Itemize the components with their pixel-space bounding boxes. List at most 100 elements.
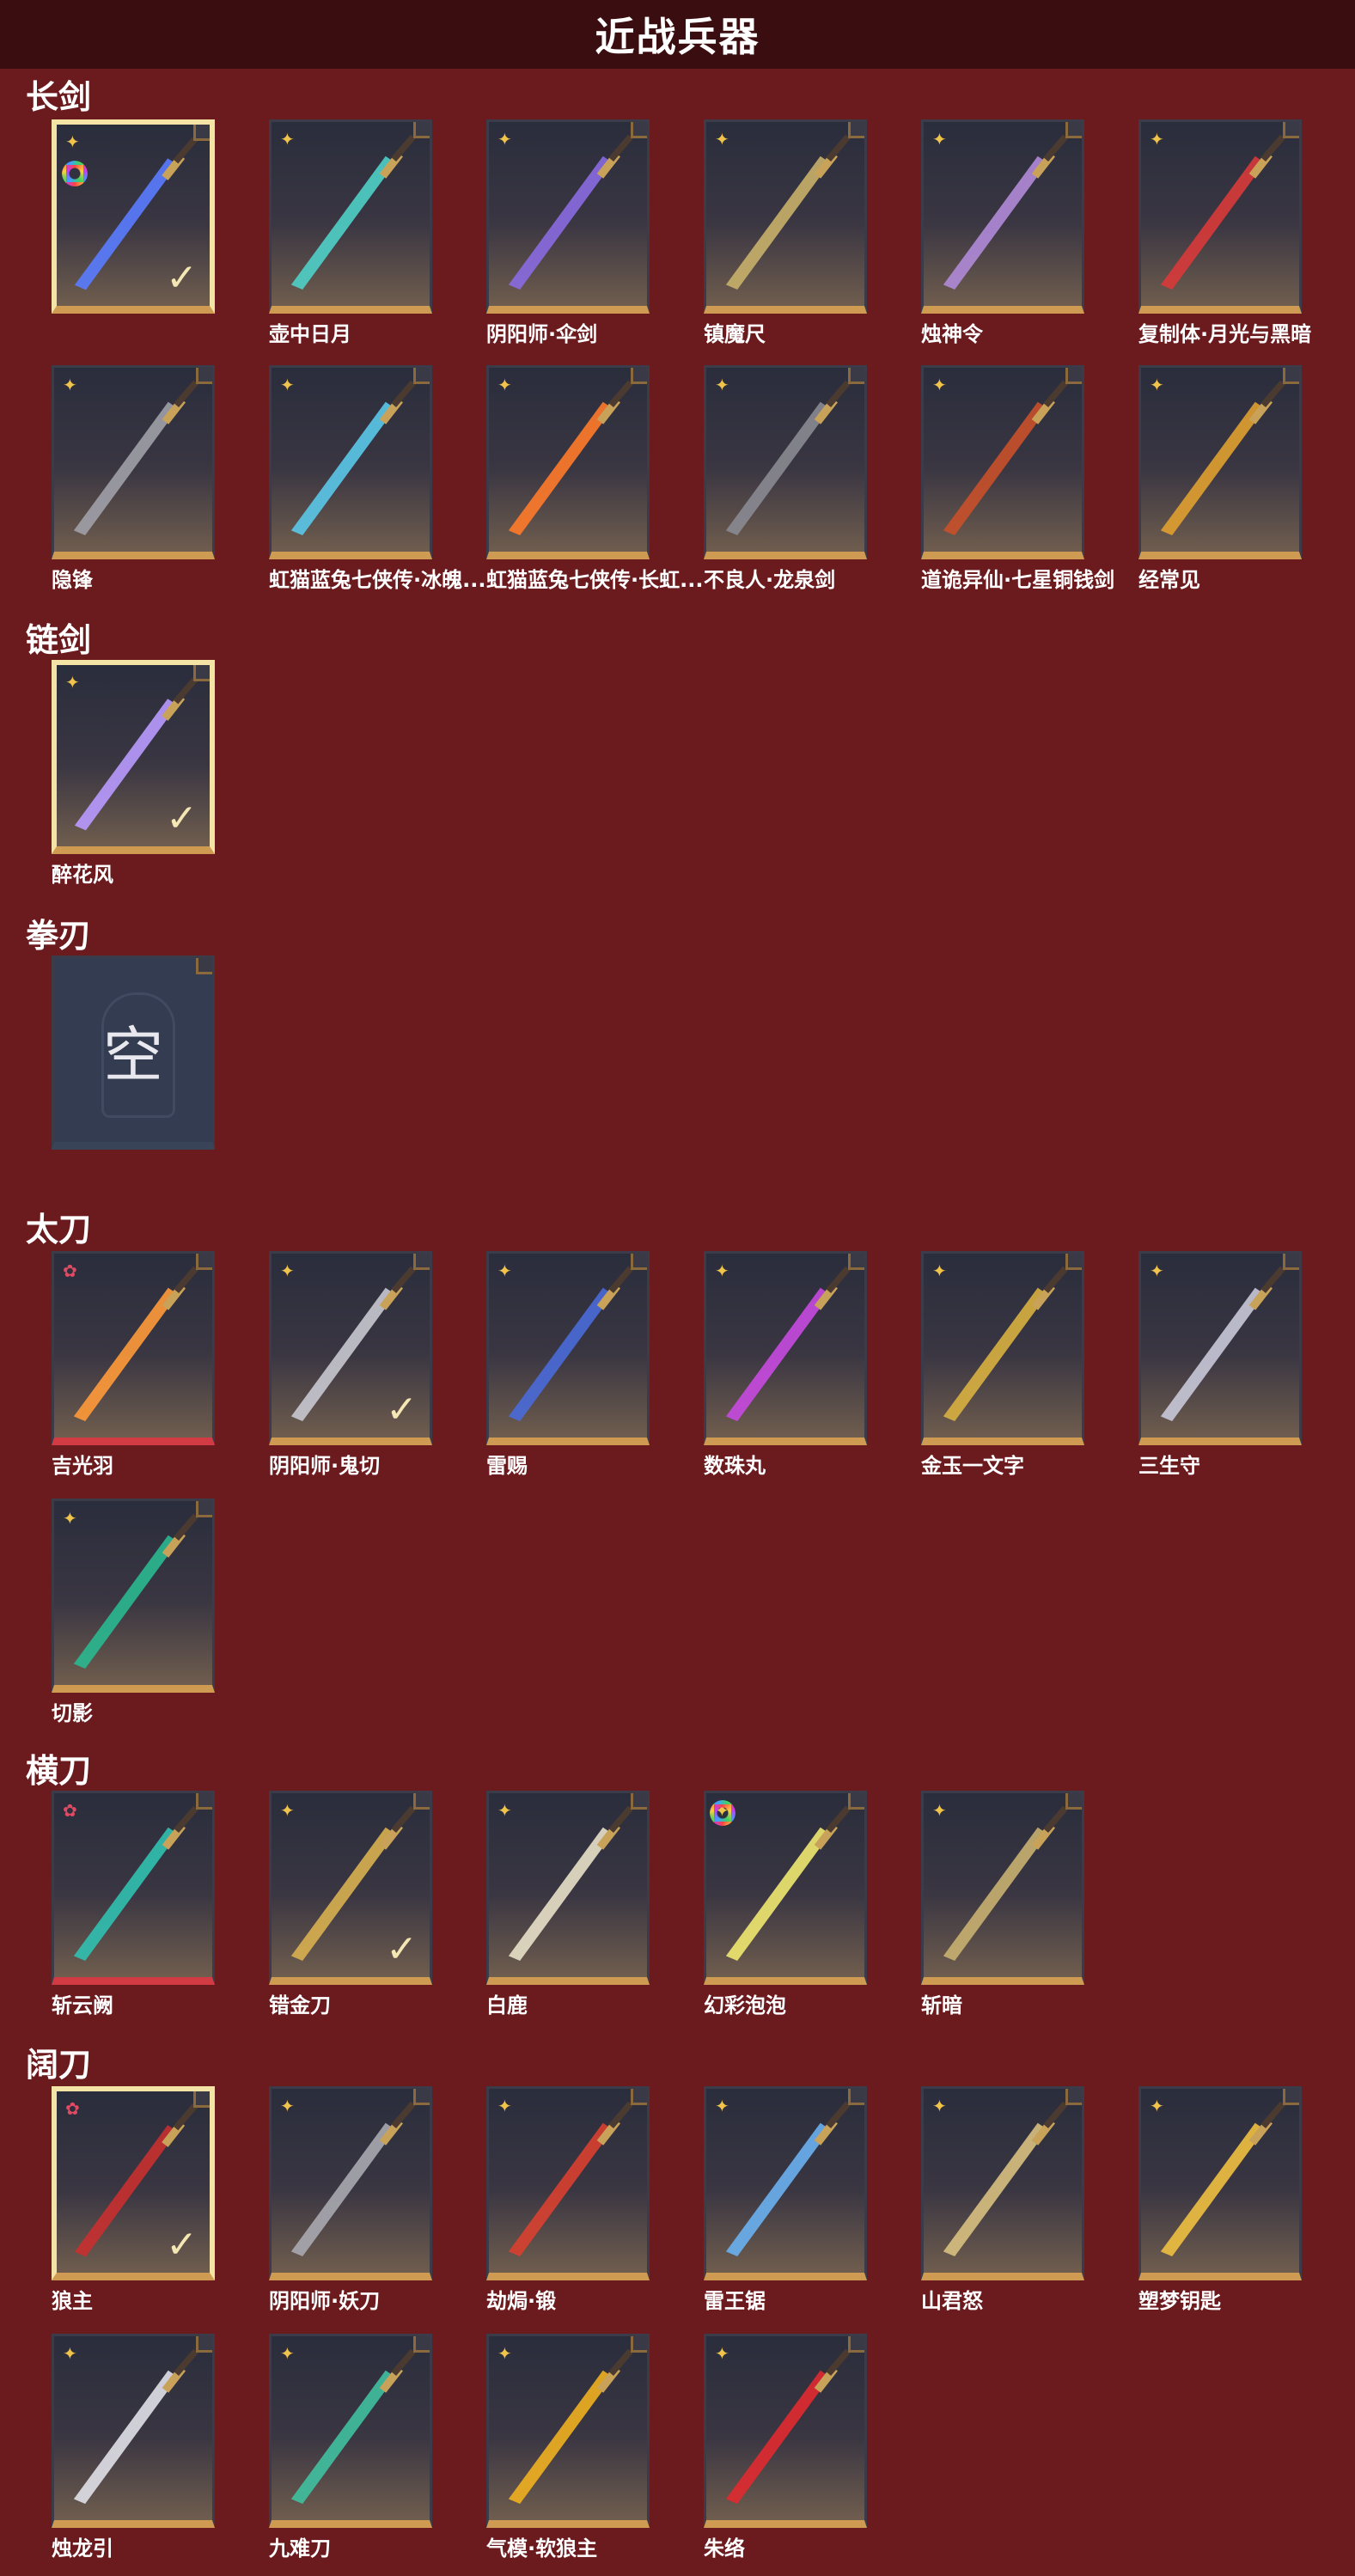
rarity-icon: ✦ bbox=[1150, 375, 1164, 395]
weapon-thumbnail bbox=[706, 2089, 864, 2273]
weapon-card[interactable]: ✿ bbox=[52, 1251, 215, 1445]
rarity-icon: ✦ bbox=[932, 1800, 947, 1821]
corner-fold-icon bbox=[631, 1254, 647, 1270]
weapon-card[interactable]: ✦ bbox=[704, 119, 867, 314]
weapon-card[interactable]: ✦ ✓ bbox=[269, 1791, 432, 1985]
rarity-icon: ✦ bbox=[497, 375, 512, 395]
weapon-thumbnail bbox=[489, 122, 647, 306]
rarity-icon: ✦ bbox=[280, 129, 295, 150]
weapon-thumbnail bbox=[54, 2336, 212, 2520]
weapon-name: 阴阳师·妖刀 bbox=[269, 2289, 381, 2313]
weapon-card[interactable]: ✦ bbox=[921, 365, 1084, 559]
weapon-thumbnail bbox=[706, 122, 864, 306]
rarity-icon: ✦ bbox=[63, 2343, 77, 2364]
corner-fold-icon bbox=[1283, 368, 1299, 384]
weapon-card[interactable]: ✦ bbox=[704, 1251, 867, 1445]
corner-fold-icon bbox=[413, 2336, 430, 2353]
weapon-card[interactable]: ✦ ✓ bbox=[52, 119, 215, 314]
rainbow-ring-icon bbox=[710, 1800, 735, 1826]
weapon-card[interactable]: ✦ bbox=[1138, 2086, 1302, 2280]
weapon-thumbnail bbox=[272, 2089, 430, 2273]
rarity-icon: ✦ bbox=[65, 672, 80, 693]
section-label-fist-blade: 拳刃 bbox=[26, 917, 92, 955]
rarity-icon: ✦ bbox=[715, 2343, 729, 2364]
weapon-card[interactable]: ✦ bbox=[921, 1251, 1084, 1445]
rarity-icon: ✦ bbox=[280, 2343, 295, 2364]
weapon-card[interactable]: ✦ bbox=[921, 1791, 1084, 1985]
weapon-name: 金玉一文字 bbox=[921, 1454, 1024, 1478]
weapon-card[interactable]: ✦ bbox=[1138, 119, 1302, 314]
weapon-thumbnail bbox=[924, 1793, 1082, 1977]
sword-icon bbox=[73, 380, 198, 536]
rarity-icon: ✦ bbox=[280, 1261, 295, 1281]
rarity-icon: ✦ bbox=[280, 1800, 295, 1821]
weapon-card[interactable]: ✿ ✓ bbox=[52, 2086, 215, 2280]
weapon-card[interactable]: ✦ bbox=[486, 119, 650, 314]
weapon-card[interactable]: ✦ ✓ bbox=[269, 1251, 432, 1445]
weapon-name: 隐锋 bbox=[52, 568, 93, 592]
corner-fold-icon bbox=[193, 125, 210, 141]
page-header: 近战兵器 bbox=[0, 0, 1355, 69]
rarity-icon: ✦ bbox=[715, 375, 729, 395]
weapon-name: 幻彩泡泡 bbox=[704, 1993, 786, 2017]
weapon-thumbnail bbox=[272, 122, 430, 306]
weapon-card[interactable]: ✦ bbox=[486, 2086, 650, 2280]
sword-icon bbox=[508, 380, 633, 536]
weapon-card[interactable]: ✦ bbox=[52, 1499, 215, 1693]
blade-icon bbox=[943, 1805, 1068, 1962]
rarity-icon: ✦ bbox=[932, 375, 947, 395]
weapon-card[interactable]: ✦ bbox=[921, 119, 1084, 314]
corner-fold-icon bbox=[1283, 122, 1299, 138]
broadsword-icon bbox=[508, 2101, 633, 2257]
weapon-name: 雷王锯 bbox=[704, 2289, 766, 2313]
weapon-thumbnail bbox=[1141, 1254, 1299, 1438]
equipped-check-icon: ✓ bbox=[386, 1388, 418, 1431]
weapon-name: 劫焗·锻 bbox=[486, 2289, 557, 2313]
weapon-card[interactable]: ✦ bbox=[486, 1791, 650, 1985]
weapon-card[interactable]: ✦ bbox=[1138, 1251, 1302, 1445]
weapon-card[interactable]: ✿ bbox=[52, 1791, 215, 1985]
corner-fold-icon bbox=[631, 2089, 647, 2105]
weapon-thumbnail bbox=[489, 1254, 647, 1438]
corner-fold-icon bbox=[413, 2089, 430, 2105]
weapon-card[interactable]: ✦ bbox=[704, 1791, 867, 1985]
weapon-name: 九难刀 bbox=[269, 2536, 331, 2561]
weapon-card[interactable]: ✦ bbox=[704, 365, 867, 559]
rarity-icon: ✿ bbox=[63, 1261, 77, 1281]
corner-fold-icon bbox=[193, 2091, 210, 2108]
weapon-card[interactable]: ✦ bbox=[269, 2334, 432, 2528]
weapon-name: 狼主 bbox=[52, 2289, 93, 2313]
corner-fold-icon bbox=[848, 2336, 864, 2353]
weapon-card[interactable]: ✦ bbox=[269, 2086, 432, 2280]
weapon-card[interactable]: ✦ bbox=[269, 365, 432, 559]
weapon-card[interactable]: 空 bbox=[52, 955, 215, 1150]
weapon-card[interactable]: ✦ bbox=[52, 365, 215, 559]
sword-icon bbox=[290, 380, 416, 536]
corner-fold-icon bbox=[413, 368, 430, 384]
katana-icon bbox=[73, 1513, 198, 1670]
weapon-card[interactable]: ✦ bbox=[1138, 365, 1302, 559]
weapon-thumbnail bbox=[1141, 368, 1299, 552]
weapon-card[interactable]: ✦ bbox=[704, 2086, 867, 2280]
weapon-card[interactable]: ✦ bbox=[486, 2334, 650, 2528]
section-label-longsword: 长剑 bbox=[26, 78, 92, 116]
weapon-card[interactable]: ✦ bbox=[486, 1251, 650, 1445]
equipped-check-icon: ✓ bbox=[386, 1927, 418, 1971]
weapon-name: 雷赐 bbox=[486, 1454, 528, 1478]
weapon-card[interactable]: ✦ bbox=[52, 2334, 215, 2528]
weapon-name: 三生守 bbox=[1138, 1454, 1200, 1478]
corner-fold-icon bbox=[1065, 122, 1082, 138]
rarity-icon: ✦ bbox=[715, 129, 729, 150]
rarity-icon: ✦ bbox=[63, 1508, 77, 1529]
weapon-thumbnail bbox=[54, 1254, 212, 1438]
weapon-name: 复制体·月光与黑暗 bbox=[1138, 322, 1312, 346]
katana-icon bbox=[73, 1266, 198, 1422]
weapon-card[interactable]: ✦ ✓ bbox=[52, 660, 215, 854]
weapon-card[interactable]: ✦ bbox=[704, 2334, 867, 2528]
weapon-card[interactable]: ✦ bbox=[486, 365, 650, 559]
weapon-card[interactable]: ✦ bbox=[269, 119, 432, 314]
katana-icon bbox=[1160, 1266, 1285, 1422]
weapon-card[interactable]: ✦ bbox=[921, 2086, 1084, 2280]
sword-icon bbox=[290, 134, 416, 290]
corner-fold-icon bbox=[848, 1254, 864, 1270]
